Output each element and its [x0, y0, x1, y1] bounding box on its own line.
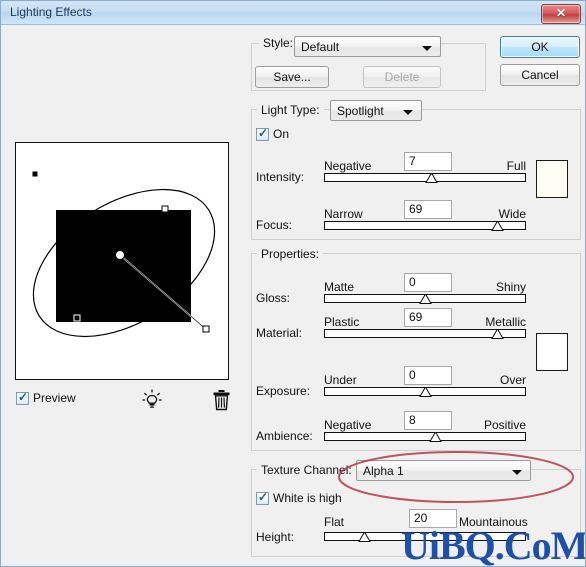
gloss-slider-thumb[interactable] — [419, 294, 432, 304]
focus-value-input[interactable]: 69 — [404, 200, 452, 219]
intensity-row-label: Intensity: — [256, 170, 305, 184]
intensity-max-label: Full — [506, 159, 526, 173]
material-max-label: Metallic — [485, 315, 526, 329]
focus-row-label: Focus: — [256, 218, 293, 232]
chevron-down-icon — [403, 110, 413, 115]
save-style-button[interactable]: Save... — [255, 66, 329, 88]
gloss-max-label: Shiny — [495, 280, 526, 294]
material-value-input[interactable]: 69 — [404, 308, 452, 327]
exposure-min-label: Under — [324, 373, 357, 387]
window-title: Lighting Effects — [10, 5, 92, 19]
light-center-handle — [115, 250, 125, 260]
material-row-label: Material: — [256, 326, 303, 340]
light-handle-top-right — [161, 205, 169, 213]
light-bulb-icon[interactable] — [142, 389, 162, 416]
height-slider-track[interactable] — [324, 532, 526, 541]
intensity-slider-thumb[interactable] — [425, 173, 438, 183]
light-handle-bottom-right — [202, 325, 210, 333]
ambience-row-label: Ambience: — [256, 429, 313, 443]
texture-channel-combobox[interactable]: Alpha 1 — [356, 460, 531, 481]
gloss-row-label: Gloss: — [256, 291, 291, 305]
cancel-button[interactable]: Cancel — [500, 64, 580, 86]
material-min-label: Plastic — [324, 315, 360, 329]
gloss-min-label: Matte — [324, 280, 355, 294]
preview-image-rect — [56, 210, 191, 322]
focus-max-label: Wide — [498, 207, 526, 221]
focus-slider-thumb[interactable] — [491, 221, 504, 231]
height-row-label: Height: — [256, 530, 295, 544]
ok-button[interactable]: OK — [500, 36, 580, 58]
light-type-group-label: Light Type: — [257, 103, 324, 117]
chevron-down-icon — [422, 46, 432, 51]
exposure-slider-thumb[interactable] — [419, 387, 432, 397]
light-handle-top-left — [31, 170, 39, 178]
height-value-input[interactable]: 20 — [409, 509, 457, 528]
light-type-combobox-value: Spotlight — [337, 104, 384, 118]
white-is-high-checkbox[interactable]: ✓ — [256, 490, 269, 505]
exposure-value-input[interactable]: 0 — [404, 366, 452, 385]
lighting-effects-dialog: Lighting Effects ✕ OK Cancel Style: Defa… — [0, 0, 586, 567]
texture-channel-group-label: Texture Channel: — [257, 463, 356, 477]
height-max-label: Mountainous — [459, 515, 528, 529]
focus-min-label: Narrow — [324, 207, 363, 221]
preview-checkbox-label: Preview — [33, 391, 76, 405]
preview-graphics — [31, 170, 216, 338]
close-button[interactable]: ✕ — [541, 4, 581, 24]
ambience-slider-thumb[interactable] — [429, 432, 442, 442]
white-is-high-label: White is high — [273, 491, 342, 505]
intensity-min-label: Negative — [324, 159, 372, 173]
ambience-value-input[interactable]: 8 — [404, 411, 452, 430]
checkmark-icon: ✓ — [18, 390, 29, 404]
style-combobox-value: Default — [301, 40, 340, 54]
ambience-max-label: Positive — [483, 418, 526, 432]
checkmark-icon: ✓ — [258, 490, 269, 504]
exposure-row-label: Exposure: — [256, 384, 311, 398]
texture-channel-combobox-value: Alpha 1 — [363, 464, 404, 478]
delete-style-button[interactable]: Delete — [363, 66, 441, 88]
chevron-down-icon — [512, 470, 522, 475]
ambience-slider-track[interactable] — [324, 432, 526, 441]
light-on-label: On — [273, 127, 290, 141]
ambience-min-label: Negative — [324, 418, 372, 432]
light-handle-bottom-left — [73, 314, 81, 322]
style-combobox[interactable]: Default — [294, 36, 441, 57]
style-group-label: Style: — [259, 36, 298, 50]
exposure-max-label: Over — [499, 373, 526, 387]
intensity-value-input[interactable]: 7 — [404, 152, 452, 171]
properties-group-label: Properties: — [257, 247, 324, 261]
title-bar: Lighting Effects ✕ — [1, 1, 585, 25]
trash-icon[interactable] — [212, 389, 231, 416]
height-slider-thumb[interactable] — [358, 532, 371, 542]
gloss-value-input[interactable]: 0 — [404, 273, 452, 292]
light-on-checkbox[interactable]: ✓ — [256, 126, 269, 141]
checkmark-icon: ✓ — [258, 126, 269, 140]
properties-color-swatch[interactable] — [536, 333, 568, 371]
close-icon: ✕ — [555, 6, 567, 20]
light-color-swatch[interactable] — [536, 160, 568, 198]
light-type-combobox[interactable]: Spotlight — [330, 100, 422, 121]
material-slider-thumb[interactable] — [491, 329, 504, 339]
lighting-preview-canvas[interactable] — [15, 142, 229, 380]
height-min-label: Flat — [324, 515, 345, 529]
preview-checkbox[interactable]: ✓ — [16, 390, 29, 405]
